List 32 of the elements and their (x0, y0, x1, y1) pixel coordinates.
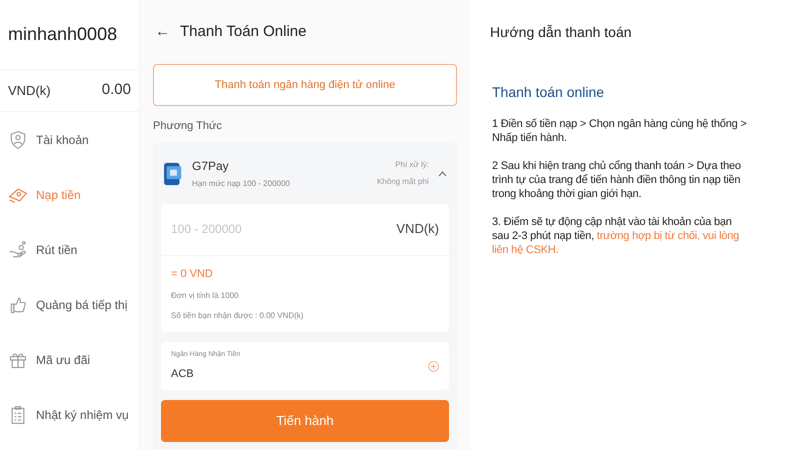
balance-value: 0.00 (102, 80, 131, 100)
bank-value: ACB (171, 367, 195, 382)
section-label: Phương Thức (153, 119, 223, 134)
username: minhanh0008 (0, 0, 139, 70)
guide-step: 3. Điểm sẽ tự động cập nhật vào tài khoản của bạn sau 2-3 phút nạp tiền, trường hợp bị từ chối, vui lòng liên hệ CSKH. (490, 215, 750, 257)
sidebar-item-label: Mã ưu đãi (36, 352, 90, 368)
fee-value: Không mất phí (376, 176, 429, 188)
method-limit: Hạn mức nạp 100 - 200000 (192, 178, 291, 190)
unit-label: VND(k) (396, 220, 439, 238)
converted-amount: = 0 VND (171, 266, 214, 282)
balance-label: VND(k) (8, 82, 51, 100)
unit-note: Đơn vị tính là 1000 (171, 290, 240, 302)
received-amount: Số tiền bạn nhận được : 0.00 VND(k) (171, 310, 304, 322)
guide-step: 1 Điền số tiền nạp > Chọn ngân hàng cùng hệ thống > Nhấp tiến hành. (490, 117, 750, 145)
sidebar-item[interactable]: Quảng bá tiếp thị (0, 277, 139, 332)
fee-label: Phí xử lý: (395, 159, 429, 171)
sidebar-item[interactable]: Rút tiền (0, 222, 139, 277)
guide-step: 2 Sau khi hiện trang chủ cổng thanh toán > Dựa theo trình tự của trang để tiến hành điền thông tin nạp tiền trong khoảng thời gian giới hạn. (490, 159, 750, 201)
sidebar-item[interactable]: Mã ưu đãi (0, 332, 139, 387)
sidebar-item-label: Tài khoản (36, 132, 89, 148)
back-button[interactable]: ← (155, 20, 170, 44)
sidebar-item-label: Rút tiền (36, 242, 78, 258)
sidebar-item[interactable]: Tài khoản (0, 112, 139, 167)
method-name: G7Pay (192, 158, 230, 175)
amount-field[interactable]: 100 - 200000 (171, 220, 396, 238)
sidebar-item-label: Quảng bá tiếp thị (36, 296, 128, 314)
sidebar-item-label: Nạp tiền (36, 186, 81, 204)
sidebar-item-label: Nhật ký nhiệm vụ (36, 406, 129, 424)
sidebar-item[interactable]: Nhật ký nhiệm vụ (0, 387, 139, 442)
guide-subtitle: Thanh toán online (491, 83, 606, 102)
page-title: Thanh Toán Online (180, 22, 306, 42)
guide-title: Hướng dẫn thanh toán (490, 22, 633, 42)
